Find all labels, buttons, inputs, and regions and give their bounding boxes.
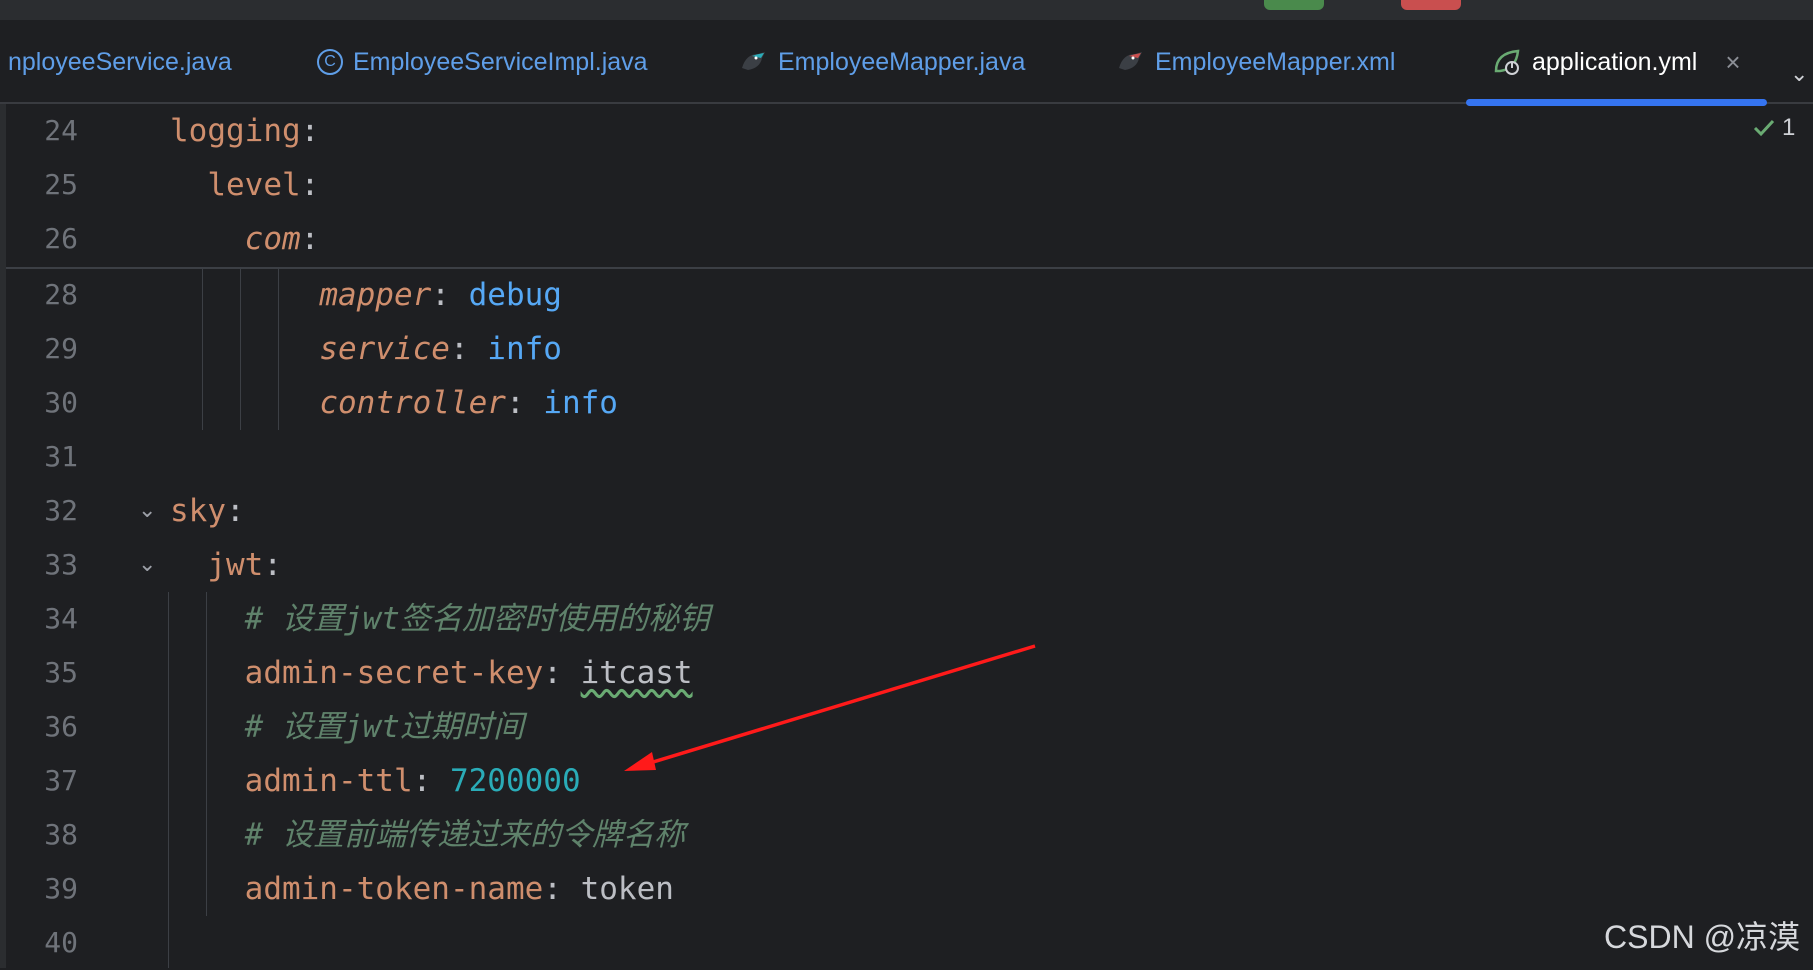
annotation-arrow [624, 644, 1036, 771]
watermark: CSDN @凉漠 [1604, 919, 1801, 955]
